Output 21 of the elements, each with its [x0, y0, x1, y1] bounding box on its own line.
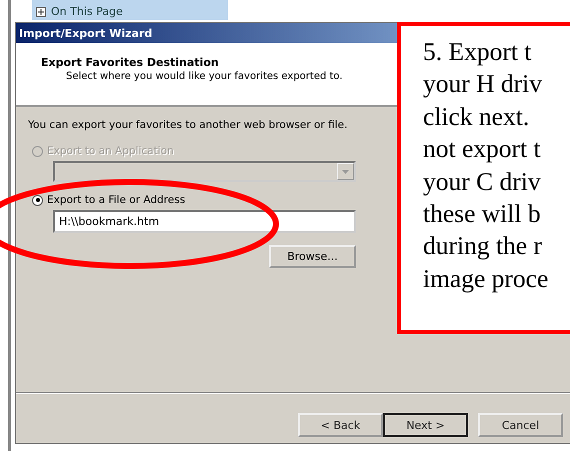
callout-text-line: image proce	[423, 262, 550, 295]
header-title: Export Favorites Destination	[41, 56, 220, 69]
callout-text-line: your H driv	[423, 68, 543, 100]
wizard-button[interactable]: < Back	[298, 413, 383, 437]
radio-button[interactable]	[32, 194, 43, 206]
callout-text-line: your C driv	[423, 166, 542, 198]
dropdown-arrow-icon	[342, 170, 349, 174]
callout-text-line: during the r	[423, 230, 543, 262]
application-dropdown[interactable]	[53, 161, 356, 182]
callout-text-line: click next.	[423, 100, 530, 133]
callout-text-line: these will b	[423, 198, 542, 230]
file-path-field[interactable]: H:\\bookmark.htm	[53, 210, 356, 233]
callout-text-line: 5. Export t	[423, 36, 532, 68]
header-subtitle: Select where you would like your favorites exported to.	[66, 71, 344, 82]
expand-icon[interactable]	[36, 6, 46, 16]
callout-text-line: not export t	[423, 133, 542, 166]
wizard-button[interactable]: Next >	[383, 413, 468, 437]
intro-text: You can export your favorites to another web browser or file.	[28, 119, 348, 131]
radio-label[interactable]: Export to a File or Address	[47, 194, 186, 206]
wizard-button[interactable]: Cancel	[478, 413, 563, 437]
browse-button[interactable]: Browse...	[269, 245, 356, 268]
